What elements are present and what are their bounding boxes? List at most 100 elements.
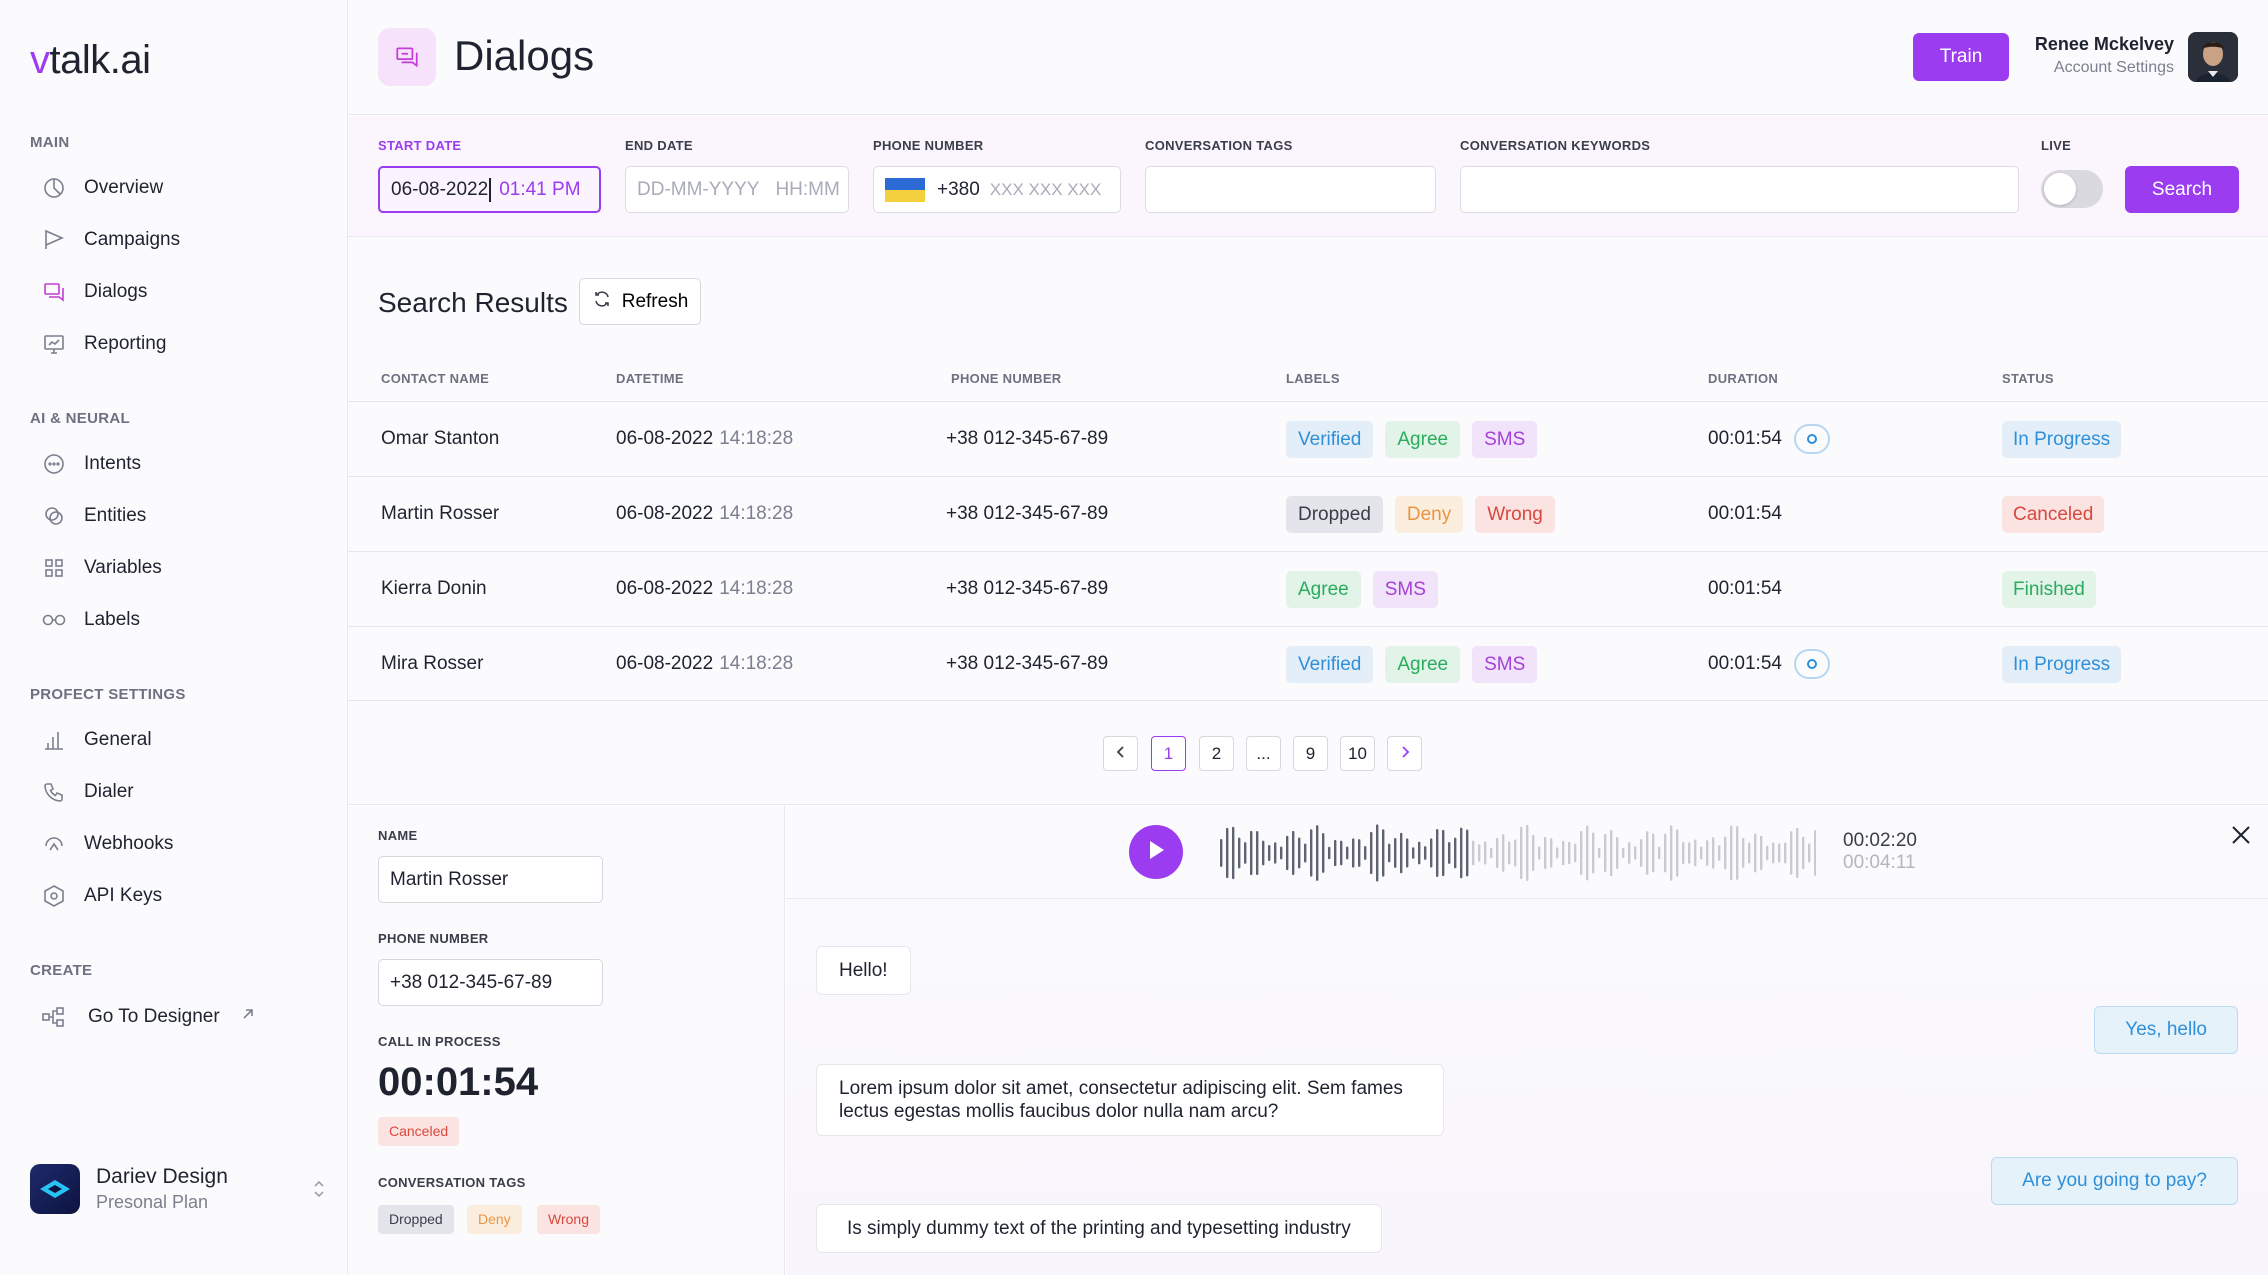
call-timer: 00:01:54 — [378, 1060, 539, 1104]
toggle-knob — [2044, 173, 2076, 205]
datetime-cell: 06-08-2022 14:18:28 — [616, 402, 793, 476]
sidebar-item-entities[interactable]: Entities — [40, 496, 146, 536]
train-button[interactable]: Train — [1913, 33, 2009, 81]
page-button-2[interactable]: 2 — [1199, 736, 1234, 771]
current-time: 00:02:20 — [1843, 830, 1917, 851]
column-header-phone[interactable]: PHONE NUMBER — [951, 371, 1062, 386]
workspace-switcher[interactable]: Dariev Design Presonal Plan — [30, 1160, 326, 1218]
waveform-bar — [1760, 835, 1763, 871]
avatar[interactable] — [2188, 32, 2238, 82]
section-title-project: PROFECT SETTINGS — [30, 686, 186, 703]
audio-waveform[interactable] — [1220, 822, 1816, 884]
tag-badge[interactable]: Deny — [467, 1205, 522, 1234]
end-date-input[interactable]: DD-MM-YYYY HH:MM — [625, 166, 849, 213]
table-row[interactable]: Kierra Donin 06-08-2022 14:18:28 +38 012-… — [348, 551, 2268, 626]
label-badge: Agree — [1286, 570, 1361, 608]
next-page-button[interactable] — [1387, 736, 1422, 771]
column-header-labels[interactable]: LABELS — [1286, 371, 1340, 386]
phone-placeholder: XXX XXX XXX — [989, 179, 1102, 199]
search-results: Search Results Refresh CONTACT NAME DATE… — [348, 237, 2268, 805]
chevron-up-down-icon[interactable] — [312, 1178, 326, 1201]
page-ellipsis[interactable]: ... — [1246, 736, 1281, 771]
start-date-input[interactable]: 06-08-2022 01:41 PM — [378, 166, 601, 213]
refresh-button[interactable]: Refresh — [579, 278, 701, 325]
name-field[interactable]: Martin Rosser — [378, 856, 603, 903]
waveform-bar — [1730, 825, 1733, 881]
sidebar-item-webhooks[interactable]: Webhooks — [40, 824, 173, 864]
conversation-keywords-input[interactable] — [1460, 166, 2019, 213]
conversation-tags-input[interactable] — [1145, 166, 1436, 213]
phone-number-input[interactable]: +380 XXX XXX XXX — [873, 166, 1121, 213]
sidebar-item-reporting[interactable]: Reporting — [40, 324, 166, 364]
search-button[interactable]: Search — [2125, 166, 2239, 213]
waveform-bar — [1250, 830, 1253, 876]
table-row[interactable]: Omar Stanton 06-08-2022 14:18:28 +38 012-… — [348, 401, 2268, 476]
sidebar-item-overview[interactable]: Overview — [40, 168, 163, 208]
live-toggle[interactable] — [2041, 170, 2103, 208]
user-name[interactable]: Renee Mckelvey — [2035, 34, 2174, 55]
sidebar-item-dialogs[interactable]: Dialogs — [40, 272, 147, 312]
sidebar-item-campaigns[interactable]: Campaigns — [40, 220, 180, 260]
start-date-value: 06-08-2022 — [391, 178, 489, 200]
phone-field[interactable]: +38 012-345-67-89 — [378, 959, 603, 1006]
sidebar-item-dialer[interactable]: Dialer — [40, 772, 134, 812]
page-button-1[interactable]: 1 — [1151, 736, 1186, 771]
prev-page-button[interactable] — [1103, 736, 1138, 771]
sidebar-item-label: Dialogs — [84, 281, 148, 302]
sidebar-item-variables[interactable]: Variables — [40, 548, 162, 588]
sidebar-item-api-keys[interactable]: API Keys — [40, 876, 162, 916]
waveform-bar — [1382, 829, 1385, 877]
waveform-bar — [1490, 847, 1493, 859]
filter-bar: START DATE 06-08-2022 01:41 PM END DATE … — [348, 116, 2268, 237]
ukraine-flag-icon[interactable] — [885, 177, 925, 202]
waveform-bar — [1694, 839, 1697, 867]
column-header-contact[interactable]: CONTACT NAME — [381, 371, 489, 386]
table-row[interactable]: Martin Rosser 06-08-2022 14:18:28 +38 012… — [348, 476, 2268, 551]
column-header-duration[interactable]: DURATION — [1708, 371, 1778, 386]
waveform-bar — [1340, 840, 1343, 866]
sidebar-item-general[interactable]: General — [40, 720, 152, 760]
tag-badge[interactable]: Dropped — [378, 1205, 454, 1234]
table-row[interactable]: Mira Rosser 06-08-2022 14:18:28 +38 012-3… — [348, 626, 2268, 701]
waveform-bar — [1550, 838, 1553, 868]
waveform-bar — [1586, 825, 1589, 881]
live-audio-icon[interactable] — [1793, 424, 1830, 454]
sidebar-item-intents[interactable]: Intents — [40, 444, 141, 484]
play-button[interactable] — [1129, 825, 1183, 879]
date-value: 06-08-2022 — [616, 653, 714, 674]
sidebar-item-label: Dialer — [84, 781, 134, 802]
waveform-bar — [1298, 837, 1301, 869]
message-incoming: Lorem ipsum dolor sit amet, consectetur … — [816, 1064, 1444, 1136]
waveform-bar — [1436, 828, 1439, 878]
waveform-bar — [1556, 847, 1559, 859]
waveform-bar — [1484, 841, 1487, 865]
message-incoming: Hello! — [816, 946, 911, 995]
column-header-status[interactable]: STATUS — [2002, 371, 2054, 386]
close-button[interactable] — [2226, 822, 2256, 852]
name-label: NAME — [378, 828, 418, 843]
waveform-bar — [1412, 847, 1415, 859]
label-badge: SMS — [1372, 570, 1438, 608]
workspace-name: Dariev Design — [96, 1165, 228, 1188]
account-settings-link[interactable]: Account Settings — [2054, 59, 2174, 77]
live-audio-icon[interactable] — [1793, 649, 1830, 679]
waveform-bar — [1670, 825, 1673, 881]
message-icon — [40, 450, 68, 478]
contact-name: Omar Stanton — [381, 428, 500, 449]
waveform-bar — [1646, 831, 1649, 875]
flag-icon — [40, 226, 68, 254]
sidebar-item-label: Intents — [84, 453, 142, 474]
column-header-datetime[interactable]: DATETIME — [616, 371, 684, 386]
sidebar-item-labels[interactable]: Labels — [40, 600, 140, 640]
logo[interactable]: vtalk.ai — [30, 38, 151, 83]
waveform-bar — [1676, 829, 1679, 877]
start-time-value: 01:41 PM — [499, 178, 581, 200]
tag-badge[interactable]: Wrong — [537, 1205, 600, 1234]
page-button-9[interactable]: 9 — [1293, 736, 1328, 771]
grid-icon — [40, 554, 68, 582]
waveform-bar — [1574, 843, 1577, 863]
waveform-bar — [1304, 843, 1307, 863]
sidebar-item-designer[interactable]: Go To Designer — [40, 997, 256, 1037]
tag-icon — [40, 606, 68, 634]
page-button-10[interactable]: 10 — [1340, 736, 1375, 771]
